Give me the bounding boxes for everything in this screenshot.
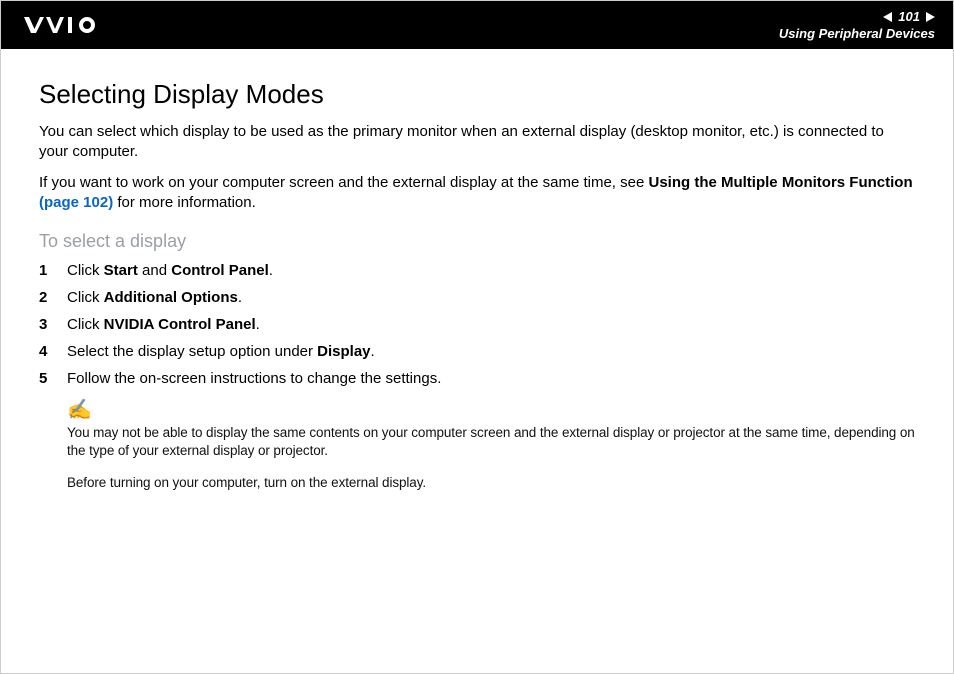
- note-text-2: Before turning on your computer, turn on…: [67, 474, 915, 492]
- intro-2-text-c: for more information.: [113, 194, 256, 211]
- step-item: 1 Click Start and Control Panel.: [39, 262, 915, 279]
- step-number: 2: [39, 289, 53, 306]
- page-content: Selecting Display Modes You can select w…: [1, 49, 953, 493]
- step-text: Click Start and Control Panel.: [67, 262, 273, 279]
- page-title: Selecting Display Modes: [39, 79, 915, 110]
- page-header: 101 Using Peripheral Devices: [1, 1, 953, 49]
- prev-page-icon[interactable]: [883, 12, 892, 22]
- step-text: Click NVIDIA Control Panel.: [67, 316, 260, 333]
- intro-2-text-a: If you want to work on your computer scr…: [39, 174, 648, 191]
- step-number: 5: [39, 370, 53, 387]
- step-item: 2 Click Additional Options.: [39, 289, 915, 306]
- step-item: 3 Click NVIDIA Control Panel.: [39, 316, 915, 333]
- step-item: 4 Select the display setup option under …: [39, 343, 915, 360]
- note-block: ✍ You may not be able to display the sam…: [67, 397, 915, 493]
- intro-paragraph-1: You can select which display to be used …: [39, 122, 915, 163]
- vaio-logo: [19, 16, 129, 34]
- page-nav: 101: [883, 9, 935, 24]
- note-icon: ✍: [67, 397, 915, 422]
- next-page-icon[interactable]: [926, 12, 935, 22]
- page-number: 101: [898, 9, 920, 24]
- step-number: 1: [39, 262, 53, 279]
- step-text: Click Additional Options.: [67, 289, 242, 306]
- step-item: 5 Follow the on-screen instructions to c…: [39, 370, 915, 387]
- note-text-1: You may not be able to display the same …: [67, 424, 915, 460]
- subheading: To select a display: [39, 231, 915, 252]
- step-number: 4: [39, 343, 53, 360]
- steps-list: 1 Click Start and Control Panel. 2 Click…: [39, 262, 915, 387]
- intro-paragraph-2: If you want to work on your computer scr…: [39, 173, 915, 214]
- section-title: Using Peripheral Devices: [779, 26, 935, 41]
- header-right: 101 Using Peripheral Devices: [779, 9, 935, 41]
- page-link-102[interactable]: (page 102): [39, 194, 113, 211]
- step-number: 3: [39, 316, 53, 333]
- step-text: Follow the on-screen instructions to cha…: [67, 370, 441, 387]
- intro-2-bold: Using the Multiple Monitors Function: [648, 174, 912, 191]
- step-text: Select the display setup option under Di…: [67, 343, 375, 360]
- document-page: 101 Using Peripheral Devices Selecting D…: [0, 0, 954, 674]
